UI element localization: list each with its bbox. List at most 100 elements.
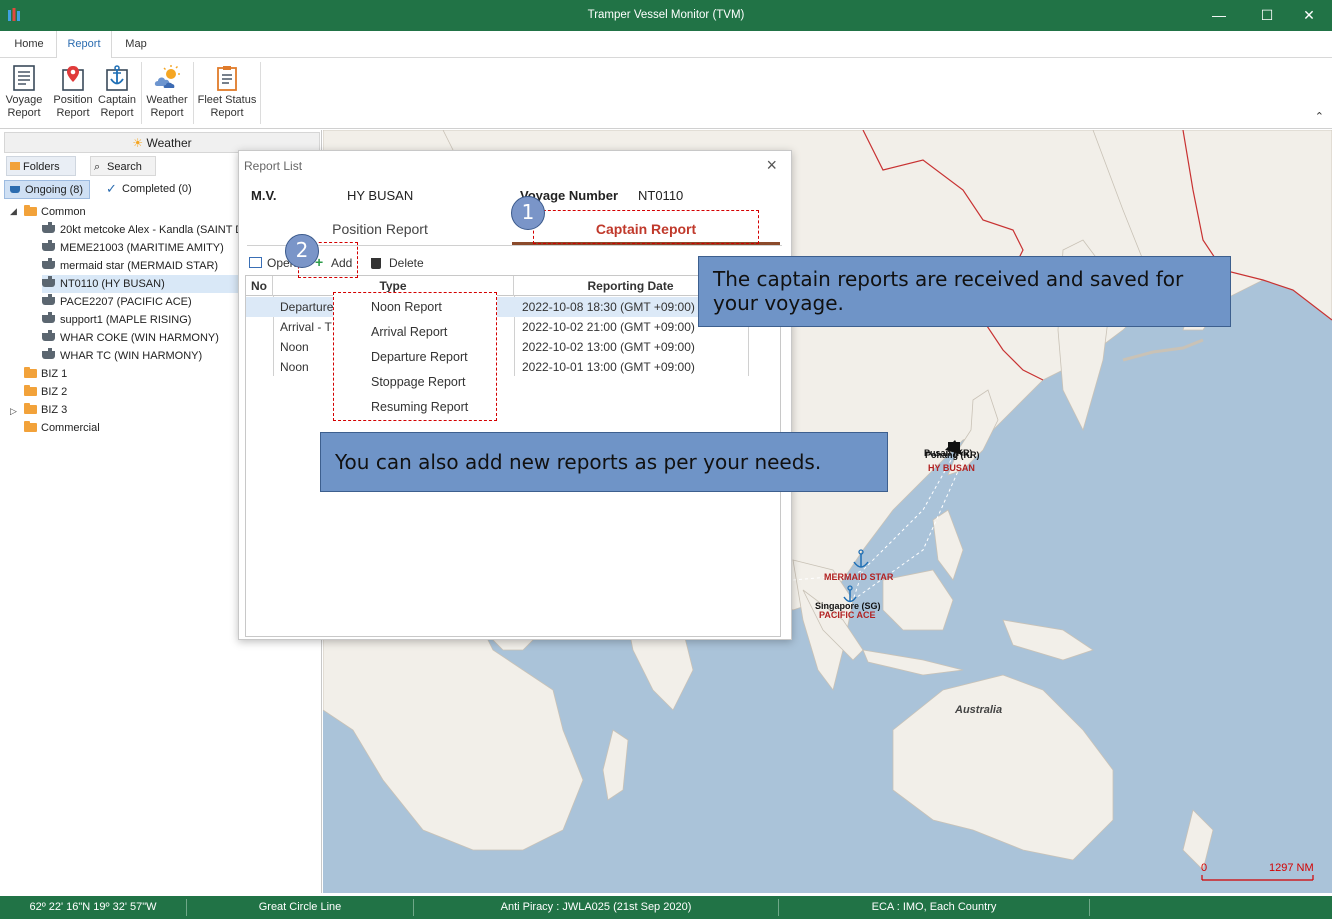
- weather-label: Weather: [146, 136, 192, 150]
- minimize-button[interactable]: —: [1196, 0, 1242, 31]
- ship-icon: [42, 348, 55, 359]
- folder-icon: [24, 367, 37, 378]
- tab-home[interactable]: Home: [4, 31, 54, 58]
- voyage-report-label-2: Report: [7, 107, 41, 119]
- tree-voyage-label: WHAR COKE (WIN HARMONY): [60, 332, 219, 344]
- land-australia: [892, 674, 1114, 861]
- tree-voyage-item[interactable]: MEME21003 (MARITIME AMITY): [42, 239, 224, 257]
- tree-folder-commercial[interactable]: Commercial: [24, 419, 100, 437]
- voyage-report-label-1: Voyage: [5, 94, 43, 106]
- weather-icon: [154, 65, 180, 88]
- tree-voyage-label: WHAR TC (WIN HARMONY): [60, 350, 203, 362]
- expand-arrow-icon[interactable]: ▷: [10, 406, 17, 417]
- tree-folder-common[interactable]: Common: [24, 203, 86, 221]
- menu-item-resuming-report[interactable]: Resuming Report: [371, 395, 468, 420]
- tab-search[interactable]: ⌕ Search: [90, 156, 156, 176]
- status-eca: ECA : IMO, Each Country: [871, 901, 997, 913]
- row-date: 2022-10-01 13:00 (GMT +09:00): [522, 360, 695, 374]
- close-window-button[interactable]: ✕: [1286, 0, 1332, 31]
- table-row[interactable]: Noon 2022-10-02 13:00 (GMT +09:00): [246, 337, 780, 357]
- map-label-pohang: Pohang (KR): [925, 450, 980, 460]
- position-report-label-2: Report: [56, 107, 90, 119]
- folder-icon: [24, 403, 37, 414]
- tree-voyage-item[interactable]: mermaid star (MERMAID STAR): [42, 257, 218, 275]
- tab-report[interactable]: Report: [56, 31, 112, 59]
- dialog-close-icon[interactable]: ×: [766, 155, 777, 176]
- ribbon: Voyage Report Position Report Captain Re…: [0, 58, 1332, 129]
- status-bar: 62º 22' 16"N 19º 32' 57"W Great Circle L…: [0, 896, 1332, 919]
- row-date: 2022-10-02 13:00 (GMT +09:00): [522, 340, 695, 354]
- mv-value: HY BUSAN: [347, 188, 414, 203]
- tab-folders-label: Folders: [23, 161, 60, 173]
- ribbon-separator: [193, 62, 194, 124]
- trash-icon: [371, 258, 381, 269]
- tree-voyage-label: 20kt metcoke Alex - Kandla (SAINT D: [60, 224, 244, 236]
- tree-folder-biz2[interactable]: BIZ 2: [24, 383, 67, 401]
- column-header-no[interactable]: No: [246, 276, 273, 296]
- mv-label: M.V.: [251, 188, 277, 203]
- callout-add-reports: You can also add new reports as per your…: [320, 432, 888, 492]
- folder-icon: [24, 385, 37, 396]
- sun-icon: ☀: [132, 136, 144, 150]
- tree-voyage-label: MEME21003 (MARITIME AMITY): [60, 242, 224, 254]
- tree-voyage-item[interactable]: 20kt metcoke Alex - Kandla (SAINT D: [42, 221, 243, 239]
- fleet-status-report-label-2: Report: [210, 107, 244, 119]
- position-report-button[interactable]: Position Report: [50, 60, 96, 124]
- ship-icon: [42, 276, 55, 287]
- add-report-menu: Noon Report Arrival Report Departure Rep…: [333, 292, 497, 421]
- ribbon-tab-bar: Home Report Map: [0, 31, 1332, 59]
- window-title: Tramper Vessel Monitor (TVM): [587, 9, 745, 21]
- step-badge-1: 1: [511, 196, 545, 230]
- tree-folder-label: Common: [41, 206, 86, 218]
- tree-folder-biz1[interactable]: BIZ 1: [24, 365, 67, 383]
- captain-report-label-1: Captain: [98, 94, 136, 106]
- tree-voyage-item[interactable]: WHAR COKE (WIN HARMONY): [42, 329, 219, 347]
- tree-folder-label: BIZ 2: [41, 386, 68, 398]
- checkmark-icon: ✓: [106, 181, 117, 196]
- map-label-australia: Australia: [955, 704, 1003, 716]
- tree-voyage-item-selected[interactable]: NT0110 (HY BUSAN): [42, 275, 238, 293]
- tab-folders[interactable]: Folders: [6, 156, 76, 176]
- delete-button[interactable]: Delete: [369, 253, 429, 273]
- tab-map[interactable]: Map: [114, 31, 158, 58]
- voyage-report-button[interactable]: Voyage Report: [2, 60, 46, 124]
- tree-voyage-item[interactable]: PACE2207 (PACIFIC ACE): [42, 293, 192, 311]
- delete-label: Delete: [389, 256, 424, 270]
- weather-report-button[interactable]: Weather Report: [144, 60, 190, 124]
- status-coordinates: 62º 22' 16"N 19º 32' 57"W: [29, 901, 157, 913]
- title-bar: Tramper Vessel Monitor (TVM) — ☐ ✕: [0, 0, 1332, 31]
- tab-search-label: Search: [107, 161, 142, 173]
- open-icon: [249, 257, 262, 268]
- weather-report-label-1: Weather: [146, 94, 188, 106]
- status-anti-piracy: Anti Piracy : JWLA025 (21st Sep 2020): [500, 901, 692, 913]
- completed-filter[interactable]: ✓ Completed (0): [102, 180, 202, 199]
- ship-icon: [42, 258, 55, 269]
- menu-item-arrival-report[interactable]: Arrival Report: [371, 320, 447, 345]
- tree-voyage-item[interactable]: support1 (MAPLE RISING): [42, 311, 191, 329]
- ongoing-filter[interactable]: Ongoing (8): [4, 180, 90, 199]
- anchor-icon: [106, 65, 128, 91]
- menu-item-departure-report[interactable]: Departure Report: [371, 345, 468, 370]
- weather-report-label-2: Report: [150, 107, 184, 119]
- tree-voyage-label: mermaid star (MERMAID STAR): [60, 260, 219, 272]
- menu-item-stoppage-report[interactable]: Stoppage Report: [371, 370, 466, 395]
- table-row[interactable]: Noon 2022-10-01 13:00 (GMT +09:00): [246, 357, 780, 377]
- status-route-type: Great Circle Line: [258, 901, 342, 913]
- tree-voyage-item[interactable]: WHAR TC (WIN HARMONY): [42, 347, 202, 365]
- step-badge-2: 2: [285, 234, 319, 268]
- menu-item-noon-report[interactable]: Noon Report: [371, 295, 442, 320]
- captain-report-label-2: Report: [100, 107, 134, 119]
- ship-icon: [42, 222, 55, 233]
- tree-voyage-label: support1 (MAPLE RISING): [60, 314, 192, 326]
- scale-value-label: 1297 NM: [1269, 862, 1314, 874]
- collapse-ribbon-icon[interactable]: ⌃: [1315, 110, 1324, 123]
- search-icon: ⌕: [94, 161, 101, 173]
- tree-folder-biz3[interactable]: BIZ 3: [24, 401, 67, 419]
- maximize-button[interactable]: ☐: [1244, 0, 1290, 31]
- folder-icon: [24, 205, 37, 216]
- fleet-status-report-button[interactable]: Fleet Status Report: [196, 60, 258, 124]
- completed-filter-label: Completed (0): [122, 183, 192, 195]
- land-java: [862, 649, 964, 676]
- captain-report-button[interactable]: Captain Report: [96, 60, 138, 124]
- collapse-arrow-icon[interactable]: ◢: [10, 206, 17, 217]
